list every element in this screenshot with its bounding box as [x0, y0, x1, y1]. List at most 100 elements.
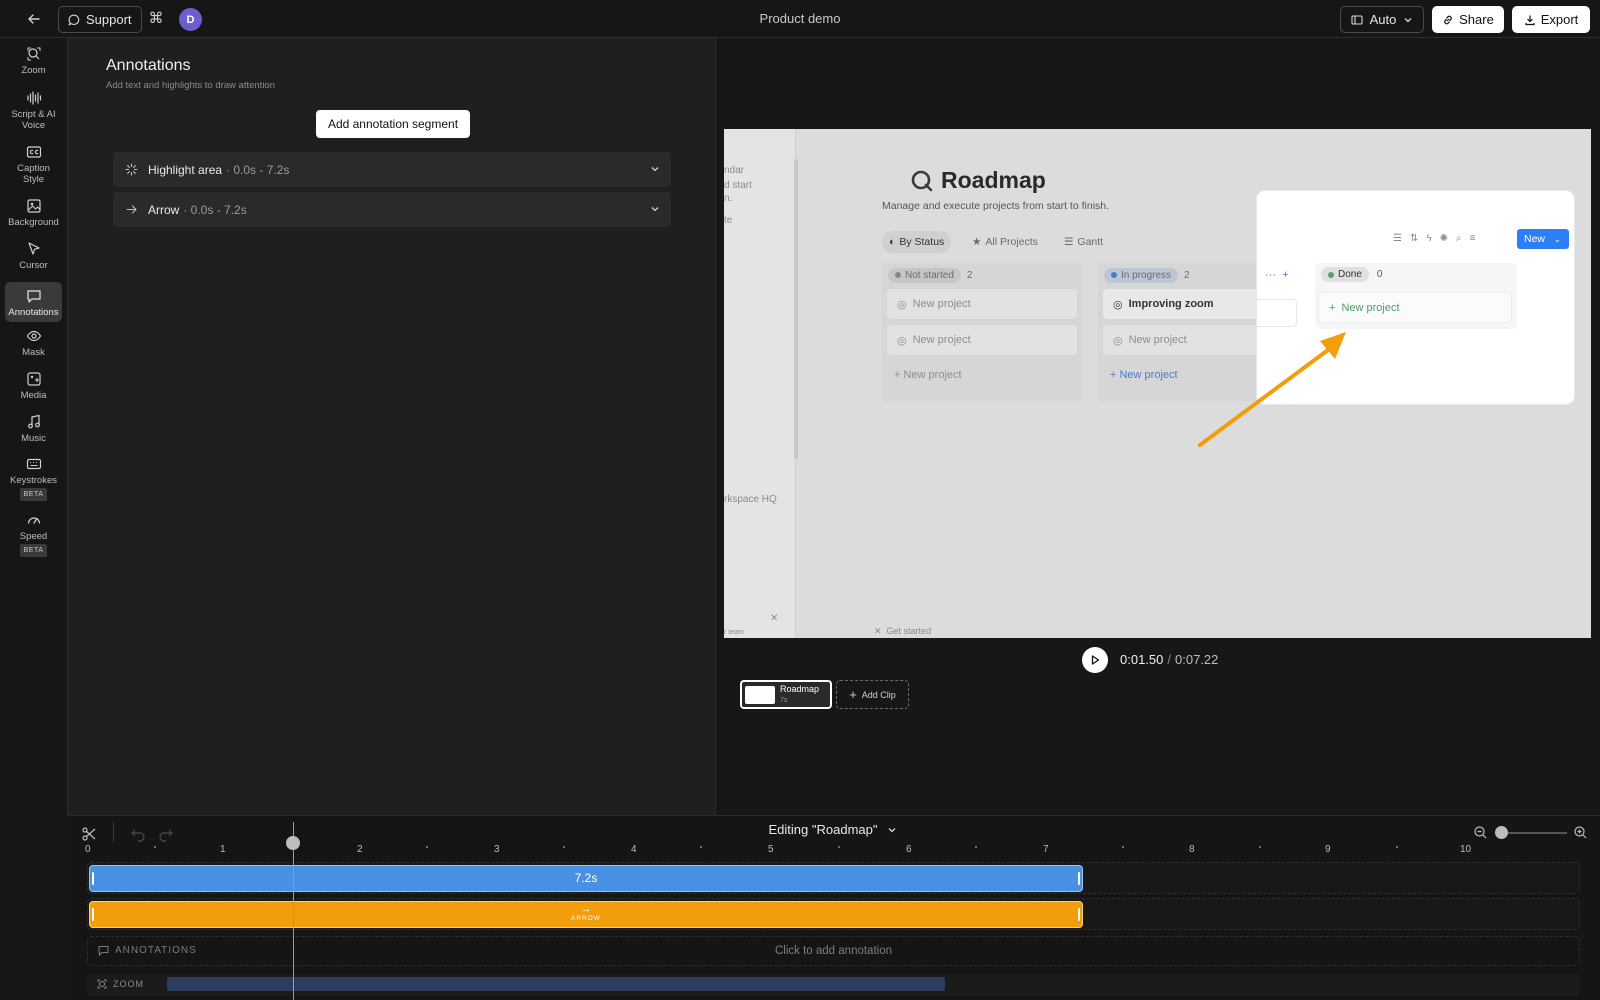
trim-handle-left[interactable]: [92, 908, 94, 921]
support-label: Support: [86, 12, 132, 27]
nav-item-music[interactable]: Music: [5, 414, 62, 448]
editing-clip-select[interactable]: Editing "Roadmap": [758, 822, 908, 837]
nav-item-mask[interactable]: Mask: [5, 328, 62, 362]
nav-label: Background: [8, 217, 59, 228]
zoom-segment[interactable]: [167, 977, 945, 991]
avatar-initial: D: [186, 13, 195, 26]
video-preview[interactable]: ndar d start n. te rkspace HQ r team ✕ R…: [724, 129, 1591, 638]
segment-name: Highlight area: [148, 162, 223, 177]
left-nav: Zoom Script & AI Voice Caption Style Bac…: [0, 38, 68, 815]
segment-highlight-area[interactable]: Highlight area · 0.0s - 7.2s: [113, 152, 671, 187]
sparkle-icon: [125, 163, 138, 176]
image-icon: [26, 199, 41, 213]
zoom-icon: [97, 979, 107, 989]
toolbar-divider: [113, 822, 114, 842]
play-button[interactable]: [1082, 647, 1108, 673]
chevron-down-icon[interactable]: [649, 203, 661, 215]
nav-item-media[interactable]: Media: [5, 371, 62, 405]
scissors-icon[interactable]: [81, 826, 97, 842]
ruler-dot: [563, 846, 565, 848]
arrow-annotation-segment[interactable]: → ARROW: [89, 901, 1083, 928]
nav-item-cursor[interactable]: Cursor: [5, 241, 62, 275]
current-time: 0:01.50: [1120, 652, 1164, 667]
ruler-dot: [975, 846, 977, 848]
annotations-panel: Annotations Add text and highlights to d…: [68, 38, 716, 815]
zoom-icon: [27, 47, 40, 61]
zoom-out-icon[interactable]: [1473, 825, 1488, 840]
clip-segment[interactable]: 7.2s: [89, 865, 1083, 892]
nav-label: Music: [21, 433, 46, 444]
chevron-down-icon[interactable]: [649, 163, 661, 175]
nav-label: Annotations: [8, 307, 59, 318]
panel-subtitle: Add text and highlights to draw attentio…: [106, 80, 276, 91]
project-title[interactable]: Product demo: [700, 11, 900, 26]
zoom-track[interactable]: ZOOM: [87, 974, 1580, 996]
aspect-ratio-select[interactable]: Auto: [1340, 6, 1424, 33]
add-clip-label: Add Clip: [861, 689, 896, 700]
nav-item-annotations[interactable]: Annotations: [5, 282, 62, 322]
segment-range: · 0.0s - 7.2s: [183, 202, 247, 217]
undo-icon[interactable]: [130, 826, 146, 842]
trim-handle-left[interactable]: [92, 872, 94, 885]
nav-label: Media: [20, 390, 47, 401]
clip-thumbnail: [745, 686, 775, 704]
add-annotation-segment-button[interactable]: Add annotation segment: [316, 110, 470, 138]
ruler-dot: [1122, 846, 1124, 848]
segment-range: · 0.0s - 7.2s: [226, 162, 290, 177]
redo-icon[interactable]: [158, 826, 174, 842]
nav-item-background[interactable]: Background: [5, 198, 62, 232]
zoom-in-icon[interactable]: [1573, 825, 1588, 840]
command-menu-button[interactable]: ⌘: [146, 9, 166, 29]
clip-duration: 7s: [780, 697, 788, 704]
nav-label: Mask: [22, 347, 45, 358]
export-button[interactable]: Export: [1512, 6, 1590, 33]
nav-item-zoom[interactable]: Zoom: [5, 46, 62, 82]
add-clip-button[interactable]: + Add Clip: [836, 680, 909, 709]
playhead-handle[interactable]: [286, 836, 300, 850]
avatar[interactable]: D: [179, 8, 202, 31]
time-separator: /: [1167, 652, 1171, 667]
aspect-ratio-value: Auto: [1369, 12, 1397, 27]
chevron-down-icon: [1404, 17, 1412, 22]
segment-name: Arrow: [148, 202, 180, 217]
layout-icon: [1351, 14, 1363, 25]
arrow-left-icon: [28, 14, 40, 24]
annotations-track[interactable]: ANNOTATIONS Click to add annotation: [87, 936, 1580, 966]
beta-badge: BETA: [19, 488, 48, 501]
ruler-tick: 7: [1043, 844, 1049, 855]
arrow-right-icon: →: [580, 903, 592, 915]
share-button[interactable]: Share: [1432, 6, 1504, 33]
back-button[interactable]: [22, 8, 46, 30]
nav-item-speed[interactable]: Speed BETA: [5, 512, 62, 558]
ruler-dot: [700, 846, 702, 848]
arrow-segment-label: ARROW: [571, 915, 601, 922]
clip-duration-label: 7.2s: [574, 871, 598, 885]
timeline-zoom-control: [1473, 824, 1593, 842]
ruler-dot: [154, 846, 156, 848]
nav-item-keystrokes[interactable]: Keystrokes BETA: [5, 456, 62, 502]
segment-arrow[interactable]: Arrow · 0.0s - 7.2s: [113, 192, 671, 227]
nav-item-caption[interactable]: Caption Style: [5, 144, 62, 190]
nav-item-script[interactable]: Script & AI Voice: [5, 90, 62, 136]
download-icon: [1525, 15, 1535, 25]
panel-title: Annotations: [106, 57, 191, 74]
arrow-annotation[interactable]: [724, 129, 1591, 638]
zoom-label-text: ZOOM: [113, 979, 144, 989]
share-label: Share: [1459, 12, 1494, 27]
ruler-tick: 6: [906, 844, 912, 855]
support-button[interactable]: Support: [58, 6, 142, 33]
zoom-slider-handle[interactable]: [1495, 826, 1508, 839]
editing-label: Editing "Roadmap": [768, 822, 878, 837]
arrow-right-icon: [126, 205, 137, 214]
nav-label: Keystrokes: [10, 475, 57, 486]
nav-label: Caption Style: [17, 163, 50, 185]
link-icon: [1444, 15, 1452, 24]
nav-label: Cursor: [19, 260, 48, 271]
speed-icon: [27, 517, 40, 524]
command-icon: ⌘: [148, 10, 164, 27]
trim-handle-right[interactable]: [1078, 908, 1080, 921]
ruler-tick: 0: [85, 844, 91, 855]
clip-thumbnail-roadmap[interactable]: Roadmap 7s: [740, 680, 832, 709]
trim-handle-right[interactable]: [1078, 872, 1080, 885]
keyboard-icon: [26, 458, 41, 470]
